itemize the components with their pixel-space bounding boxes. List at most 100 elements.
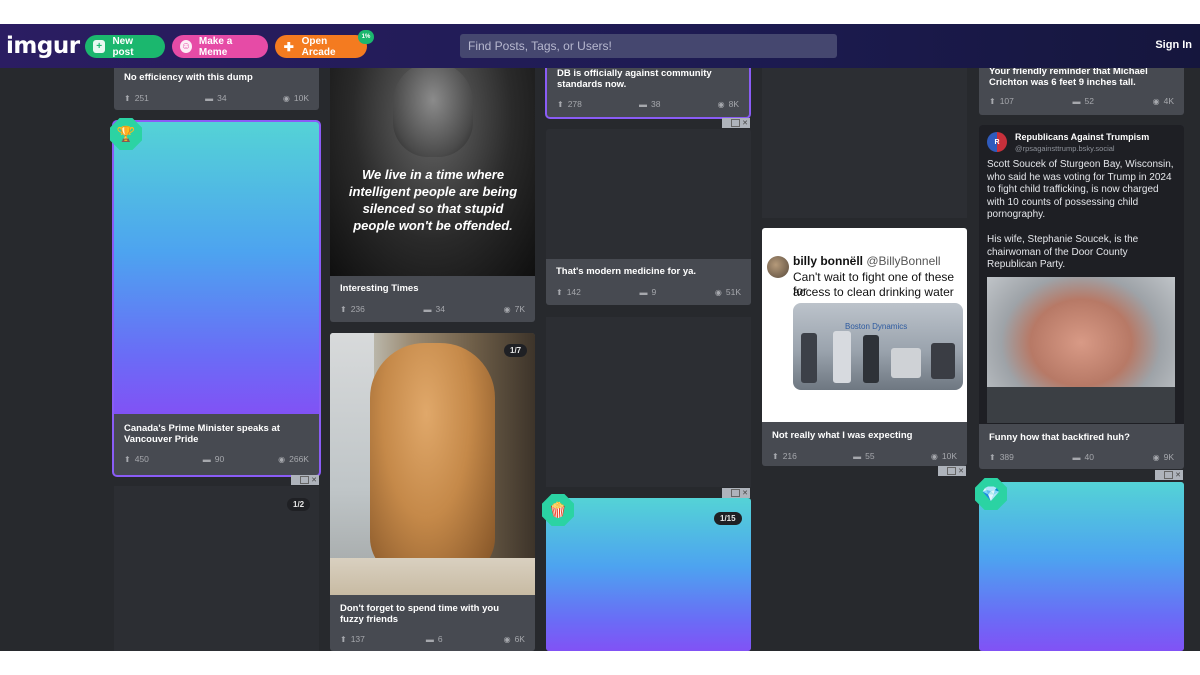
robot-figure <box>801 333 817 383</box>
upvote-count: 107 <box>999 96 1014 106</box>
robot-figure <box>931 343 955 379</box>
post-card-fuzzy-friends[interactable]: 1/7 Don't forget to spend time with you … <box>330 333 535 651</box>
upvote-count: 278 <box>567 99 582 109</box>
search-input[interactable] <box>460 34 837 58</box>
imgur-logo[interactable]: imgur <box>6 33 80 59</box>
ad-choices-icon[interactable]: ✕ <box>722 118 750 128</box>
arrow-up-icon[interactable]: ⬆ <box>557 100 564 109</box>
comment-icon: ▬ <box>1072 96 1081 106</box>
post-card-gallery[interactable]: 1/15 <box>546 498 751 651</box>
robot-figure <box>833 331 851 383</box>
upvote-count: 236 <box>350 304 365 314</box>
comment-icon: ▬ <box>853 451 862 461</box>
post-card-canada-pm[interactable]: Canada's Prime Minister speaks at Vancou… <box>114 122 319 475</box>
account-handle: @rpsagainsttrump.bsky.social <box>1015 144 1115 153</box>
arrow-up-icon[interactable]: ⬆ <box>340 635 347 644</box>
post-thumbnail <box>330 333 535 595</box>
post-stats: ⬆ 107 ▬ 52 ◉ 4K <box>989 95 1174 107</box>
comment-count: 40 <box>1084 452 1094 462</box>
mugshot-photo <box>987 277 1175 423</box>
post-stats: ⬆ 142 ▬ 9 ◉ 51K <box>556 286 741 298</box>
open-arcade-label: Open Arcade <box>301 35 336 58</box>
arrow-up-icon[interactable]: ⬆ <box>340 305 347 314</box>
shirt <box>987 387 1175 423</box>
upvote-count: 137 <box>350 634 365 644</box>
post-card-db-community[interactable]: DB is officially against community stand… <box>547 60 749 117</box>
top-navigation-bar: imgur + New post ☺ Make a Meme ✚ Open Ar… <box>0 24 1200 68</box>
post-card-not-expecting[interactable]: billy bonnëll @BillyBonnell Can't wait t… <box>762 228 967 466</box>
ad-choices-icon[interactable]: ✕ <box>291 475 319 485</box>
trophy-badge-icon: 🏆 <box>110 118 142 150</box>
view-count: 6K <box>514 634 525 644</box>
gamepad-icon: ✚ <box>283 39 294 54</box>
post-stats: ⬆ 137 ▬ 6 ◉ 6K <box>340 633 525 645</box>
arrow-up-icon[interactable]: ⬆ <box>124 455 131 464</box>
make-meme-label: Make a Meme <box>198 35 233 58</box>
view-count: 7K <box>514 304 525 314</box>
bsky-screenshot: R Republicans Against Trumpism @rpsagain… <box>979 125 1184 424</box>
eye-icon: ◉ <box>717 99 725 109</box>
eye-icon: ◉ <box>714 287 722 297</box>
open-arcade-button[interactable]: ✚ Open Arcade <box>275 35 367 58</box>
upvote-count: 216 <box>782 451 797 461</box>
comment-icon: ▬ <box>423 304 432 314</box>
upvote-count: 389 <box>999 452 1014 462</box>
account-name: Republicans Against Trumpism <box>1015 132 1150 142</box>
upvote-count: 450 <box>134 454 149 464</box>
floor-tiles <box>330 558 535 595</box>
eye-icon: ◉ <box>1152 452 1160 462</box>
sign-in-link[interactable]: Sign In <box>1155 39 1192 51</box>
post-card-loading[interactable] <box>762 60 967 218</box>
post-title: Funny how that backfired huh? <box>989 432 1130 443</box>
avatar <box>767 256 789 278</box>
robot-figure <box>863 335 879 383</box>
post-card-gallery[interactable] <box>979 482 1184 651</box>
post-card-loading[interactable] <box>546 317 751 487</box>
album-counter: 1/15 <box>714 512 742 525</box>
comment-icon: ▬ <box>1072 452 1081 462</box>
post-card-loading[interactable] <box>114 486 319 651</box>
post-title: Not really what I was expecting <box>772 430 913 441</box>
arrow-up-icon[interactable]: ⬆ <box>124 94 131 103</box>
post-title: That's modern medicine for ya. <box>556 266 697 277</box>
ad-choices-icon[interactable]: ✕ <box>1155 470 1183 480</box>
comment-icon: ▬ <box>639 287 648 297</box>
new-post-label: New post <box>112 35 134 58</box>
portrait-face <box>393 62 473 157</box>
post-thumbnail <box>114 122 319 414</box>
post-stats: ⬆ 389 ▬ 40 ◉ 9K <box>989 451 1174 463</box>
post-card-michael-crichton[interactable]: Your friendly reminder that Michael Cric… <box>979 60 1184 115</box>
arrow-up-icon[interactable]: ⬆ <box>772 452 779 461</box>
post-paragraph: His wife, Stephanie Soucek, is the chair… <box>987 234 1139 270</box>
post-stats: ⬆ 278 ▬ 38 ◉ 8K <box>557 98 739 110</box>
view-count: 10K <box>941 451 957 461</box>
tweet-author: billy bonnëll @BillyBonnell <box>793 254 941 268</box>
comment-icon: ▬ <box>205 93 214 103</box>
arrow-up-icon[interactable]: ⬆ <box>989 97 996 106</box>
eye-icon: ◉ <box>1152 96 1160 106</box>
eye-icon: ◉ <box>930 451 938 461</box>
ad-choices-icon[interactable]: ✕ <box>938 466 966 476</box>
eye-icon: ◉ <box>503 304 511 314</box>
view-count: 266K <box>289 454 309 464</box>
ad-choices-icon[interactable]: ✕ <box>722 488 750 498</box>
tweet-name: billy bonnëll <box>793 254 864 268</box>
arrow-up-icon[interactable]: ⬆ <box>556 288 563 297</box>
tweet-text-line: access to clean drinking water <box>793 285 954 299</box>
post-stats: ⬆ 450 ▬ 90 ◉ 266K <box>124 453 309 465</box>
new-post-button[interactable]: + New post <box>85 35 165 58</box>
comment-icon: ▬ <box>639 99 648 109</box>
post-stats: ⬆ 236 ▬ 34 ◉ 7K <box>340 303 525 315</box>
tweet-screenshot: billy bonnëll @BillyBonnell Can't wait t… <box>762 228 967 422</box>
post-card-interesting-times[interactable]: We live in a time where intelligent peop… <box>330 60 535 322</box>
upvote-count: 142 <box>566 287 581 297</box>
eye-icon: ◉ <box>278 454 286 464</box>
make-meme-button[interactable]: ☺ Make a Meme <box>172 35 268 58</box>
arrow-up-icon[interactable]: ⬆ <box>989 453 996 462</box>
post-card-backfired[interactable]: R Republicans Against Trumpism @rpsagain… <box>979 125 1184 469</box>
post-card-modern-medicine[interactable]: That's modern medicine for ya. ⬆ 142 ▬ 9 ◉… <box>546 129 751 305</box>
album-counter: 1/2 <box>287 498 311 511</box>
tweet-handle: @BillyBonnell <box>866 254 941 268</box>
comment-count: 6 <box>437 634 443 644</box>
view-count: 10K <box>293 93 309 103</box>
